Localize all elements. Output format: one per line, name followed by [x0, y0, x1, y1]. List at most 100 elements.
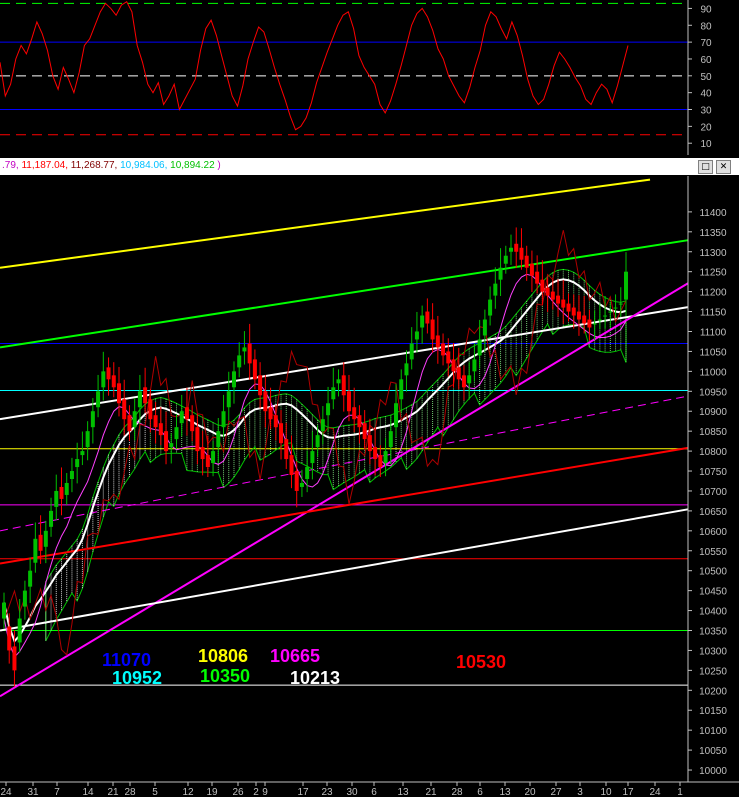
candle-body-111 — [582, 315, 587, 324]
candle-body-93 — [488, 299, 493, 316]
price-yticks: 11400 11350 11300 11250 11200 11150 11100 11050… — [688, 208, 727, 777]
candle-body-34 — [179, 411, 184, 424]
candle-body-25 — [132, 411, 137, 428]
price-ytick-label-12: 10800 — [699, 447, 727, 458]
level-label-1: 10952 — [112, 668, 162, 688]
candle-body-13 — [69, 471, 74, 479]
candle-body-89 — [467, 375, 472, 384]
price-ytick-label-10: 10900 — [699, 407, 727, 418]
price-ytick-label-18: 10500 — [699, 567, 727, 578]
candle-body-31 — [164, 431, 169, 452]
candle-body-11 — [59, 486, 64, 499]
candle-body-82 — [430, 319, 435, 340]
price-ytick-label-3: 11250 — [699, 268, 727, 279]
candle-body-59 — [310, 451, 315, 464]
candle-body-107 — [561, 299, 566, 308]
price-xtick-label-21: 20 — [524, 787, 536, 797]
price-window-title-bar: .79, 11,187.04, 11,268.77, 10,984.06, 10… — [0, 158, 739, 175]
indicator-value-5: ) — [214, 160, 221, 171]
candle-body-72 — [378, 455, 383, 468]
candle-body-15 — [80, 451, 85, 456]
candle-body-6 — [33, 538, 38, 563]
candle-body-35 — [184, 407, 189, 420]
candle-body-36 — [190, 415, 195, 432]
candle-body-91 — [477, 339, 482, 356]
price-xtick-label-5: 28 — [124, 787, 136, 797]
close-button[interactable]: ✕ — [716, 160, 731, 174]
price-xtick-label-26: 24 — [649, 787, 661, 797]
price-ytick-label-0: 11400 — [699, 208, 727, 219]
candle-body-95 — [498, 267, 503, 280]
candle-body-114 — [597, 319, 602, 321]
price-ytick-label-24: 10200 — [699, 686, 727, 697]
price-ytick-label-21: 10350 — [699, 627, 727, 638]
price-xtick-label-6: 5 — [152, 787, 158, 797]
candle-body-98 — [514, 243, 519, 252]
candle-body-49 — [258, 375, 263, 396]
candle-body-55 — [289, 455, 294, 476]
candle-body-69 — [362, 423, 367, 440]
rsi-panel: 90 80 70 60 50 40 30 20 10 — [0, 0, 712, 155]
candle-body-46 — [242, 347, 247, 352]
candle-body-37 — [195, 427, 200, 452]
price-xtick-label-3: 14 — [82, 787, 94, 797]
candle-body-76 — [399, 379, 404, 400]
price-xtick-label-9: 26 — [232, 787, 244, 797]
price-ytick-label-5: 11150 — [700, 308, 727, 319]
rsi-ytick-label-7: 20 — [700, 122, 712, 133]
candle-body-60 — [315, 435, 320, 448]
close-icon: ✕ — [719, 162, 728, 172]
indicator-value-3: 10,984.06, — [120, 160, 171, 171]
candle-body-58 — [305, 467, 310, 479]
candle-body-7 — [38, 534, 43, 551]
price-chart-panel: 11070109521080610350106651021310530 1140… — [0, 176, 739, 797]
price-xtick-label-10: 2 — [253, 787, 259, 797]
trendline-0 — [0, 178, 651, 269]
candle-body-75 — [394, 403, 399, 428]
indicator-values: .79, 11,187.04, 11,268.77, 10,984.06, 10… — [2, 160, 221, 171]
price-xtick-label-7: 12 — [182, 787, 194, 797]
candle-body-47 — [247, 343, 252, 364]
candle-body-68 — [357, 415, 362, 428]
candle-body-115 — [603, 315, 608, 317]
price-xtick-label-19: 6 — [477, 787, 483, 797]
time-xticks: 24 31 7 14 21 28 5 12 19 26 2 9 17 23 30 6 13 21 28 6 13 20 27… — [0, 782, 683, 797]
candle-body-71 — [373, 447, 378, 460]
price-xtick-label-15: 6 — [371, 787, 377, 797]
level-label-5: 10213 — [290, 668, 340, 688]
price-ytick-label-26: 10100 — [699, 726, 727, 737]
candle-body-86 — [451, 359, 456, 372]
candle-body-42 — [221, 411, 226, 428]
candle-body-53 — [279, 423, 284, 444]
price-ytick-label-15: 10650 — [699, 507, 727, 518]
price-xtick-label-24: 10 — [600, 787, 612, 797]
candle-body-39 — [205, 455, 210, 468]
price-xtick-label-2: 7 — [54, 787, 60, 797]
candle-body-87 — [456, 367, 461, 380]
restore-button[interactable]: □ — [698, 160, 713, 174]
price-xtick-label-8: 19 — [206, 787, 218, 797]
price-ytick-label-23: 10250 — [699, 666, 727, 677]
candle-body-118 — [618, 303, 623, 305]
price-ytick-label-7: 11050 — [699, 347, 727, 358]
candle-body-104 — [545, 287, 550, 296]
price-ytick-label-13: 10750 — [699, 467, 727, 478]
candle-body-92 — [482, 319, 487, 336]
candle-body-65 — [341, 375, 346, 396]
candle-body-19 — [101, 371, 106, 388]
level-label-4: 10665 — [270, 646, 320, 666]
candle-body-3 — [17, 618, 22, 643]
price-xtick-label-4: 21 — [107, 787, 119, 797]
price-xtick-label-18: 28 — [451, 787, 463, 797]
candle-body-84 — [441, 343, 446, 356]
candle-body-14 — [75, 459, 80, 468]
candle-body-5 — [28, 570, 33, 587]
candle-body-45 — [237, 355, 242, 368]
indicator-value-0: .79, — [2, 160, 22, 171]
trendline-5 — [0, 508, 689, 632]
price-xtick-label-22: 27 — [550, 787, 562, 797]
price-ytick-label-11: 10850 — [699, 427, 727, 438]
candle-body-9 — [49, 510, 54, 527]
price-ytick-label-16: 10600 — [699, 527, 727, 538]
candle-body-43 — [226, 391, 231, 408]
